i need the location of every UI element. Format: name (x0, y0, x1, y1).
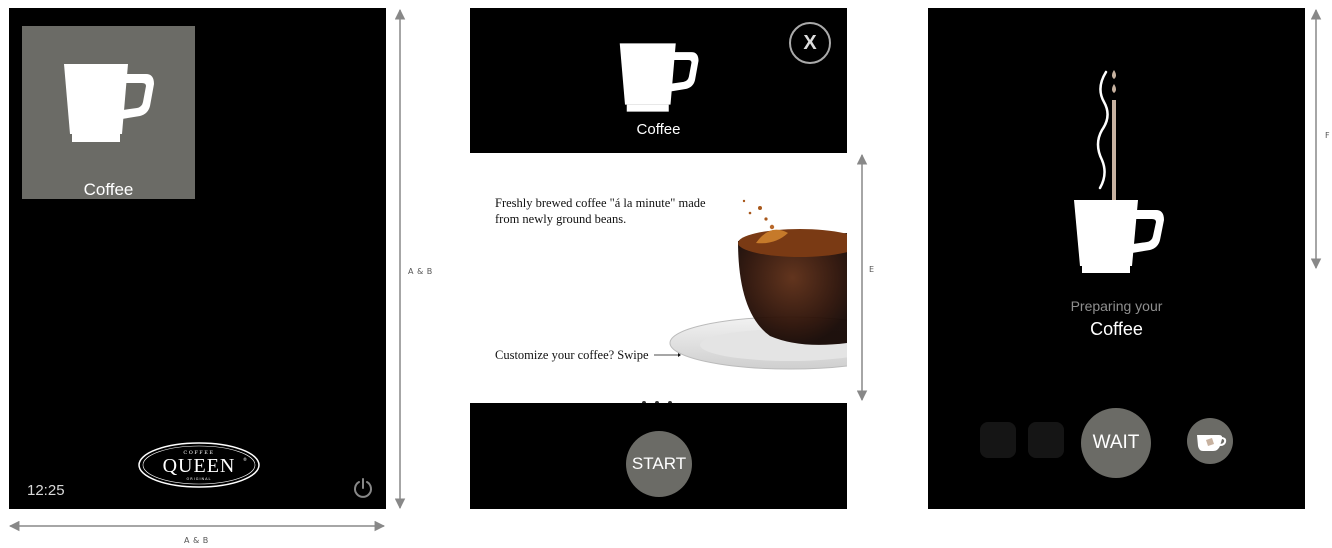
preparing-status: Preparing your (1070, 298, 1163, 314)
power-icon (354, 478, 372, 498)
product-info-panel[interactable]: Freshly brewed coffee "á la minute" made… (470, 153, 847, 403)
logo-registered-mark: ® (243, 457, 247, 462)
arrow-right-icon (653, 353, 681, 357)
coffee-tile-label: Coffee (83, 180, 134, 199)
queue-slot (980, 422, 1016, 458)
product-description: Freshly brewed coffee "á la minute" made… (495, 196, 706, 226)
page-dot (642, 401, 646, 403)
coffee-cup-icon (619, 43, 699, 112)
drop-icon (1112, 84, 1116, 93)
brewing-product-title: Coffee (1090, 319, 1143, 339)
steam-icon (1096, 70, 1109, 190)
cup-ticket-icon (1197, 435, 1227, 451)
power-button[interactable] (353, 477, 373, 504)
brewing-animation (1074, 70, 1164, 273)
dim-label-f: F (1325, 131, 1331, 140)
drop-icon (1112, 70, 1116, 79)
page-dot (655, 401, 659, 403)
product-detail-screen: X Coffee Freshly brewed coffee "á la min… (470, 8, 847, 509)
coffee-cup-icon (64, 64, 154, 142)
order-another-button[interactable] (1187, 418, 1233, 464)
brewing-screen: Preparing your Coffee WAIT (928, 8, 1305, 509)
close-button[interactable]: X (789, 22, 831, 64)
dim-label-ab-vertical: A & B (408, 267, 433, 276)
page-indicator (642, 392, 681, 403)
coffee-queen-logo: COFFEE QUEEN ® ORIGINAL (137, 441, 261, 494)
page-dot (668, 401, 672, 403)
swipe-hint-text: Customize your coffee? Swipe (495, 348, 649, 362)
home-screen: Coffee COFFEE QUEEN ® ORIGINAL 12:25 (9, 8, 386, 509)
coffee-cup-photo (669, 199, 847, 370)
start-button[interactable]: START (626, 431, 692, 497)
logo-bottom-text: ORIGINAL (187, 477, 212, 481)
coffee-tile[interactable]: Coffee (22, 26, 195, 199)
product-title: Coffee (636, 121, 681, 138)
swipe-hint: Customize your coffee? Swipe (495, 348, 682, 363)
dim-label-ab-horizontal: A & B (184, 536, 209, 545)
logo-main-text: QUEEN (163, 455, 236, 477)
dim-label-e-vertical: E (869, 265, 875, 274)
queue-slot (1028, 422, 1064, 458)
wait-button[interactable]: WAIT (1081, 408, 1151, 478)
clock: 12:25 (27, 482, 65, 499)
